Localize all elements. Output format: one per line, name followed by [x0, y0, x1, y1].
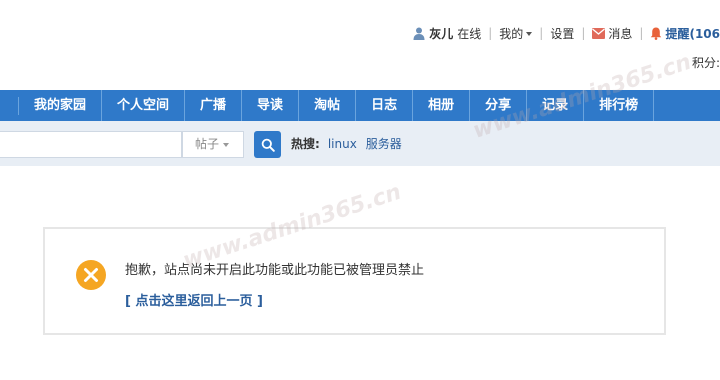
my-menu[interactable]: 我的: [499, 25, 533, 42]
user-icon: [413, 27, 425, 40]
divider: |: [639, 26, 644, 40]
divider: |: [488, 26, 493, 40]
error-icon: [76, 260, 106, 290]
hot-search-link-linux[interactable]: linux: [328, 137, 357, 151]
nav-item-record[interactable]: 记录: [527, 90, 585, 121]
alert-message: 抱歉，站点尚未开启此功能或此功能已被管理员禁止: [125, 263, 425, 278]
nav-item-collection[interactable]: 淘帖: [299, 90, 357, 121]
hot-search-label: 热搜:: [291, 137, 320, 151]
search-input[interactable]: [0, 131, 182, 158]
nav-item-space[interactable]: 个人空间: [102, 90, 186, 121]
reminders-link[interactable]: 提醒(106: [665, 25, 720, 42]
search-button[interactable]: [254, 131, 281, 158]
nav-item-share[interactable]: 分享: [470, 90, 528, 121]
divider: |: [581, 26, 586, 40]
settings-link[interactable]: 设置: [550, 25, 574, 42]
hot-search-link-server[interactable]: 服务器: [366, 137, 402, 151]
messages-link[interactable]: 消息: [608, 25, 632, 42]
nav-item-album[interactable]: 相册: [413, 90, 471, 121]
search-type-select[interactable]: 帖子: [182, 131, 244, 158]
chevron-down-icon: [223, 142, 230, 147]
main-nav: 我的家园 个人空间 广播 导读 淘帖 日志 相册 分享 记录 排行榜: [0, 90, 720, 121]
nav-item-blog[interactable]: 日志: [356, 90, 414, 121]
bell-icon: [651, 27, 662, 40]
chevron-down-icon: [526, 32, 533, 36]
username-link[interactable]: 灰儿: [429, 25, 453, 42]
user-bar: 灰儿 在线 | 我的 | 设置 | 消息 | 提醒(106: [413, 24, 720, 42]
search-bar: 帖子 热搜: linux 服务器: [0, 121, 720, 166]
alert-box: 抱歉，站点尚未开启此功能或此功能已被管理员禁止 [ 点击这里返回上一页 ]: [43, 227, 666, 335]
back-link[interactable]: [ 点击这里返回上一页 ]: [125, 290, 263, 309]
online-status[interactable]: 在线: [457, 25, 481, 42]
nav-item-guide[interactable]: 导读: [242, 90, 300, 121]
divider: |: [539, 26, 544, 40]
nav-item-ranking[interactable]: 排行榜: [584, 90, 655, 121]
nav-item-broadcast[interactable]: 广播: [185, 90, 243, 121]
search-type-label: 帖子: [195, 137, 220, 151]
hot-search: 热搜: linux 服务器: [291, 131, 411, 158]
nav-item-home[interactable]: 我的家园: [19, 90, 103, 121]
my-menu-label: 我的: [499, 26, 524, 41]
search-icon: [261, 138, 275, 152]
points-label: 积分:: [691, 56, 720, 70]
mail-icon: [592, 27, 606, 39]
